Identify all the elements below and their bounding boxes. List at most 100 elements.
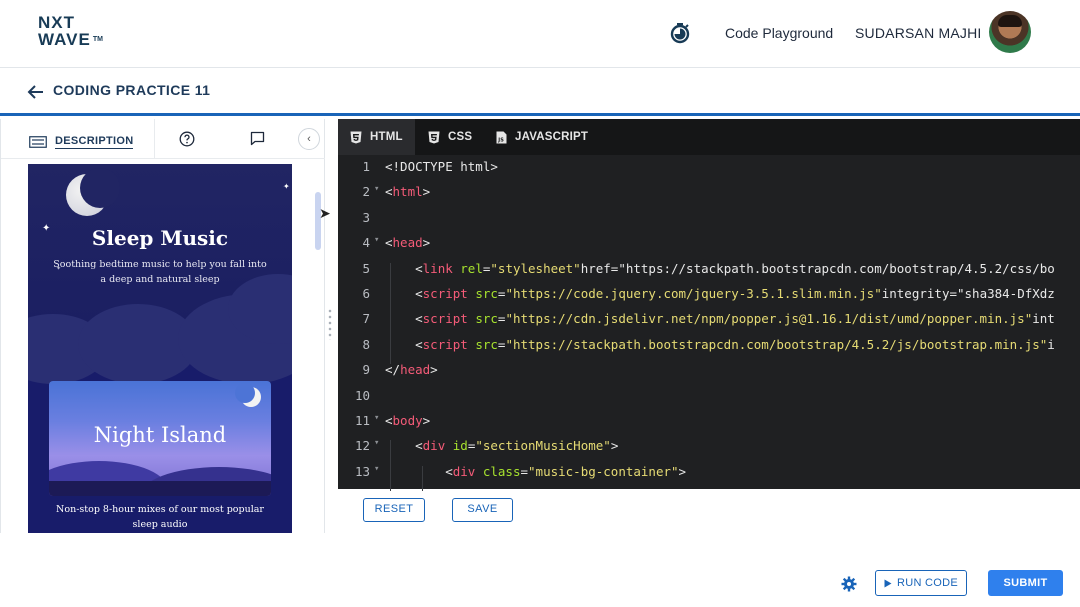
avatar[interactable]: [989, 11, 1031, 53]
description-panel: DESCRIPTION ‹ ✦ ✦ ✦ Sleep Music Soothing…: [0, 119, 331, 533]
logo-line-2: WAVE TM: [38, 31, 118, 48]
code-text: <script src="https://code.jquery.com/jqu…: [385, 286, 1055, 301]
line-number: 1: [362, 159, 370, 174]
code-line[interactable]: 13 ▾ <div class="music-bg-container">: [338, 464, 1080, 489]
line-number: 8: [362, 336, 370, 352]
code-text: <link rel="stylesheet"href="https://stac…: [385, 260, 1055, 276]
code-area[interactable]: 1 <!DOCTYPE html> 2 ▾ <html> 3 4 ▾ <head> 5 <link…: [338, 155, 1080, 492]
mouse-cursor-icon: ➤: [319, 205, 331, 221]
html5-icon: [350, 131, 362, 143]
fold-arrow-icon[interactable]: ▾: [374, 438, 379, 448]
gear-icon[interactable]: [841, 576, 857, 592]
star-icon: ✦: [283, 182, 290, 191]
output-preview-image: ✦ ✦ ✦ Sleep Music Soothing bedtime music…: [28, 164, 292, 533]
logo-tm: TM: [92, 36, 103, 43]
fold-arrow-icon[interactable]: ▾: [374, 235, 379, 245]
tab-javascript[interactable]: JS JAVASCRIPT: [484, 119, 600, 155]
editor-tabs: HTML CSS JS JAVASCRIPT: [338, 119, 1080, 155]
reset-button[interactable]: RESET: [363, 498, 425, 522]
tab-divider: [154, 119, 155, 159]
code-text: <div id="sectionMusicHome">: [385, 438, 619, 454]
code-text: <html>: [385, 184, 431, 200]
save-button[interactable]: SAVE: [452, 498, 513, 522]
moon-shadow: [235, 383, 255, 403]
play-icon: [884, 579, 892, 587]
code-line[interactable]: 7 <script src="https://cdn.jsdelivr.net/…: [338, 311, 1080, 336]
fold-arrow-icon[interactable]: ▾: [374, 464, 379, 474]
code-text: <body>: [385, 413, 431, 428]
line-number: 5: [362, 260, 370, 276]
nxtwave-logo[interactable]: NXT WAVE TM: [38, 14, 118, 54]
description-tabs: DESCRIPTION ‹: [1, 119, 325, 159]
code-text: <head>: [385, 235, 431, 251]
tab-html-label: HTML: [370, 131, 403, 143]
tab-html[interactable]: HTML: [338, 119, 415, 155]
moon-shadow: [80, 168, 120, 208]
code-playground-link[interactable]: Code Playground: [725, 25, 833, 41]
code-line[interactable]: 8 <script src="https://stackpath.bootstr…: [338, 337, 1080, 362]
code-line[interactable]: 5 <link rel="stylesheet"href="https://st…: [338, 261, 1080, 286]
line-number: 13: [354, 463, 370, 479]
preview-card-caption: Non-stop 8-hour mixes of our most popula…: [56, 504, 264, 530]
logo-line-1: NXT: [38, 13, 75, 32]
preview-title: Sleep Music: [91, 226, 229, 250]
css3-icon: [428, 131, 440, 143]
line-number: 2: [362, 184, 370, 200]
user-name[interactable]: SUDARSAN MAJHI: [855, 25, 981, 41]
code-text: <div class="music-bg-container">: [385, 463, 687, 479]
line-number: 3: [362, 209, 370, 225]
avatar-hair: [998, 15, 1022, 27]
code-line[interactable]: 3: [338, 210, 1080, 235]
logo-line-2-text: WAVE: [38, 30, 91, 49]
preview-subtitle: Soothing bedtime music to help you fall …: [53, 259, 267, 285]
line-number: 11: [354, 413, 370, 428]
tab-description-label: DESCRIPTION: [55, 135, 134, 149]
code-line[interactable]: 10: [338, 388, 1080, 413]
tab-css-label: CSS: [448, 131, 473, 143]
run-code-label: RUN CODE: [896, 577, 959, 589]
fold-arrow-icon[interactable]: ▾: [374, 184, 379, 194]
svg-text:JS: JS: [497, 137, 504, 143]
code-text: <script src="https://cdn.jsdelivr.net/np…: [385, 311, 1055, 327]
page-title: CODING PRACTICE 11: [53, 82, 211, 98]
submit-button[interactable]: SUBMIT: [988, 570, 1063, 596]
code-line[interactable]: 9 </head>: [338, 362, 1080, 387]
tree-line: [49, 481, 271, 496]
keyboard-icon: [29, 136, 47, 148]
code-line[interactable]: 6 <script src="https://code.jquery.com/j…: [338, 286, 1080, 311]
code-editor: HTML CSS JS JAVASCRIPT 1 <!DOCTYPE html> 2…: [338, 119, 1080, 492]
tab-javascript-label: JAVASCRIPT: [515, 131, 589, 143]
comment-icon[interactable]: [250, 131, 265, 146]
arrow-left-icon[interactable]: [26, 83, 46, 101]
top-header: NXT WAVE TM Code Playground SUDARSAN MAJH…: [0, 0, 1080, 68]
line-number: 12: [354, 438, 370, 454]
line-number: 7: [362, 311, 370, 327]
resize-handle[interactable]: [328, 308, 332, 340]
code-line[interactable]: 12 ▾ <div id="sectionMusicHome">: [338, 438, 1080, 463]
preview-card: Night Island: [49, 381, 271, 496]
preview-card-title: Night Island: [93, 423, 227, 447]
code-line[interactable]: 2 ▾ <html>: [338, 184, 1080, 209]
stopwatch-icon[interactable]: [669, 22, 691, 44]
line-number: 9: [362, 362, 370, 378]
tab-css[interactable]: CSS: [416, 119, 484, 155]
indent-guide: [422, 465, 423, 492]
code-text: <script src="https://stackpath.bootstrap…: [385, 336, 1055, 352]
line-number: 6: [362, 286, 370, 301]
tab-description[interactable]: DESCRIPTION: [29, 132, 134, 152]
code-line[interactable]: 11 ▾ <body>: [338, 413, 1080, 438]
indent-guide: [390, 262, 391, 365]
code-text: <!DOCTYPE html>: [385, 159, 498, 174]
collapse-panel-button[interactable]: ‹: [298, 128, 320, 150]
code-text: </head>: [385, 362, 438, 378]
line-number: 10: [354, 387, 370, 403]
code-line[interactable]: 4 ▾ <head>: [338, 235, 1080, 260]
help-icon[interactable]: [179, 131, 195, 147]
preview-hero: ✦ ✦ ✦ Sleep Music Soothing bedtime music…: [28, 164, 292, 384]
fold-arrow-icon[interactable]: ▾: [374, 413, 379, 423]
code-line[interactable]: 1 <!DOCTYPE html>: [338, 159, 1080, 184]
run-code-button[interactable]: RUN CODE: [875, 570, 967, 596]
line-number: 4: [362, 235, 370, 251]
indent-guide: [390, 440, 391, 492]
js-file-icon: JS: [496, 131, 507, 143]
